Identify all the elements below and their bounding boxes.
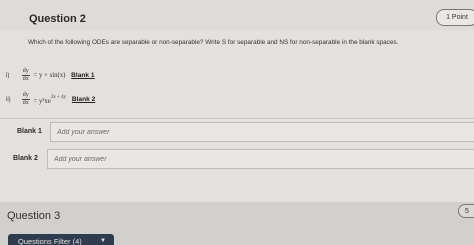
fraction-denominator: dx: [22, 76, 29, 82]
question-body: [0, 30, 474, 202]
quiz-page: Question 2 1 Point Which of the followin…: [0, 0, 474, 245]
next-points-badge: 5: [458, 204, 474, 218]
ode-rhs: = y + sin(x): [33, 72, 66, 79]
fraction-numerator: dy: [21, 92, 30, 100]
blank-tag-1: Blank 1: [71, 72, 95, 79]
filter-label: Questions Filter (4): [18, 237, 82, 245]
chevron-down-icon: ▼: [100, 238, 106, 244]
ode-item-1: i) dy dx = y + sin(x) Blank 1: [6, 68, 95, 83]
blank-2-input[interactable]: [47, 149, 474, 169]
ode-rhs: = y²xe3x + 4y: [33, 94, 67, 105]
answer-row-2: Blank 2: [0, 149, 474, 171]
ode-number: i): [6, 72, 10, 79]
question-prompt: Which of the following ODEs are separabl…: [28, 39, 399, 46]
next-question-title: Question 3: [7, 210, 61, 222]
answer-label: Blank 1: [17, 128, 42, 135]
ode-item-2: ii) dy dx = y²xe3x + 4y Blank 2: [6, 92, 95, 107]
questions-filter-button[interactable]: Questions Filter (4) ▼: [8, 234, 114, 245]
blank-1-input[interactable]: [50, 122, 474, 142]
fraction-numerator: dy: [21, 68, 30, 76]
ode-rhs-base: = y²xe: [33, 97, 51, 105]
ode-rhs-exponent: 3x + 4y: [50, 94, 67, 100]
points-badge: 1 Point: [436, 9, 474, 26]
divider: [0, 118, 474, 119]
answer-label: Blank 2: [13, 155, 38, 162]
derivative-fraction: dy dx: [21, 92, 30, 107]
fraction-denominator: dx: [22, 100, 29, 106]
question-title: Question 2: [29, 13, 86, 25]
ode-number: ii): [6, 96, 11, 103]
blank-tag-2: Blank 2: [71, 96, 96, 103]
derivative-fraction: dy dx: [21, 68, 30, 83]
answer-row-1: Blank 1: [0, 122, 474, 144]
